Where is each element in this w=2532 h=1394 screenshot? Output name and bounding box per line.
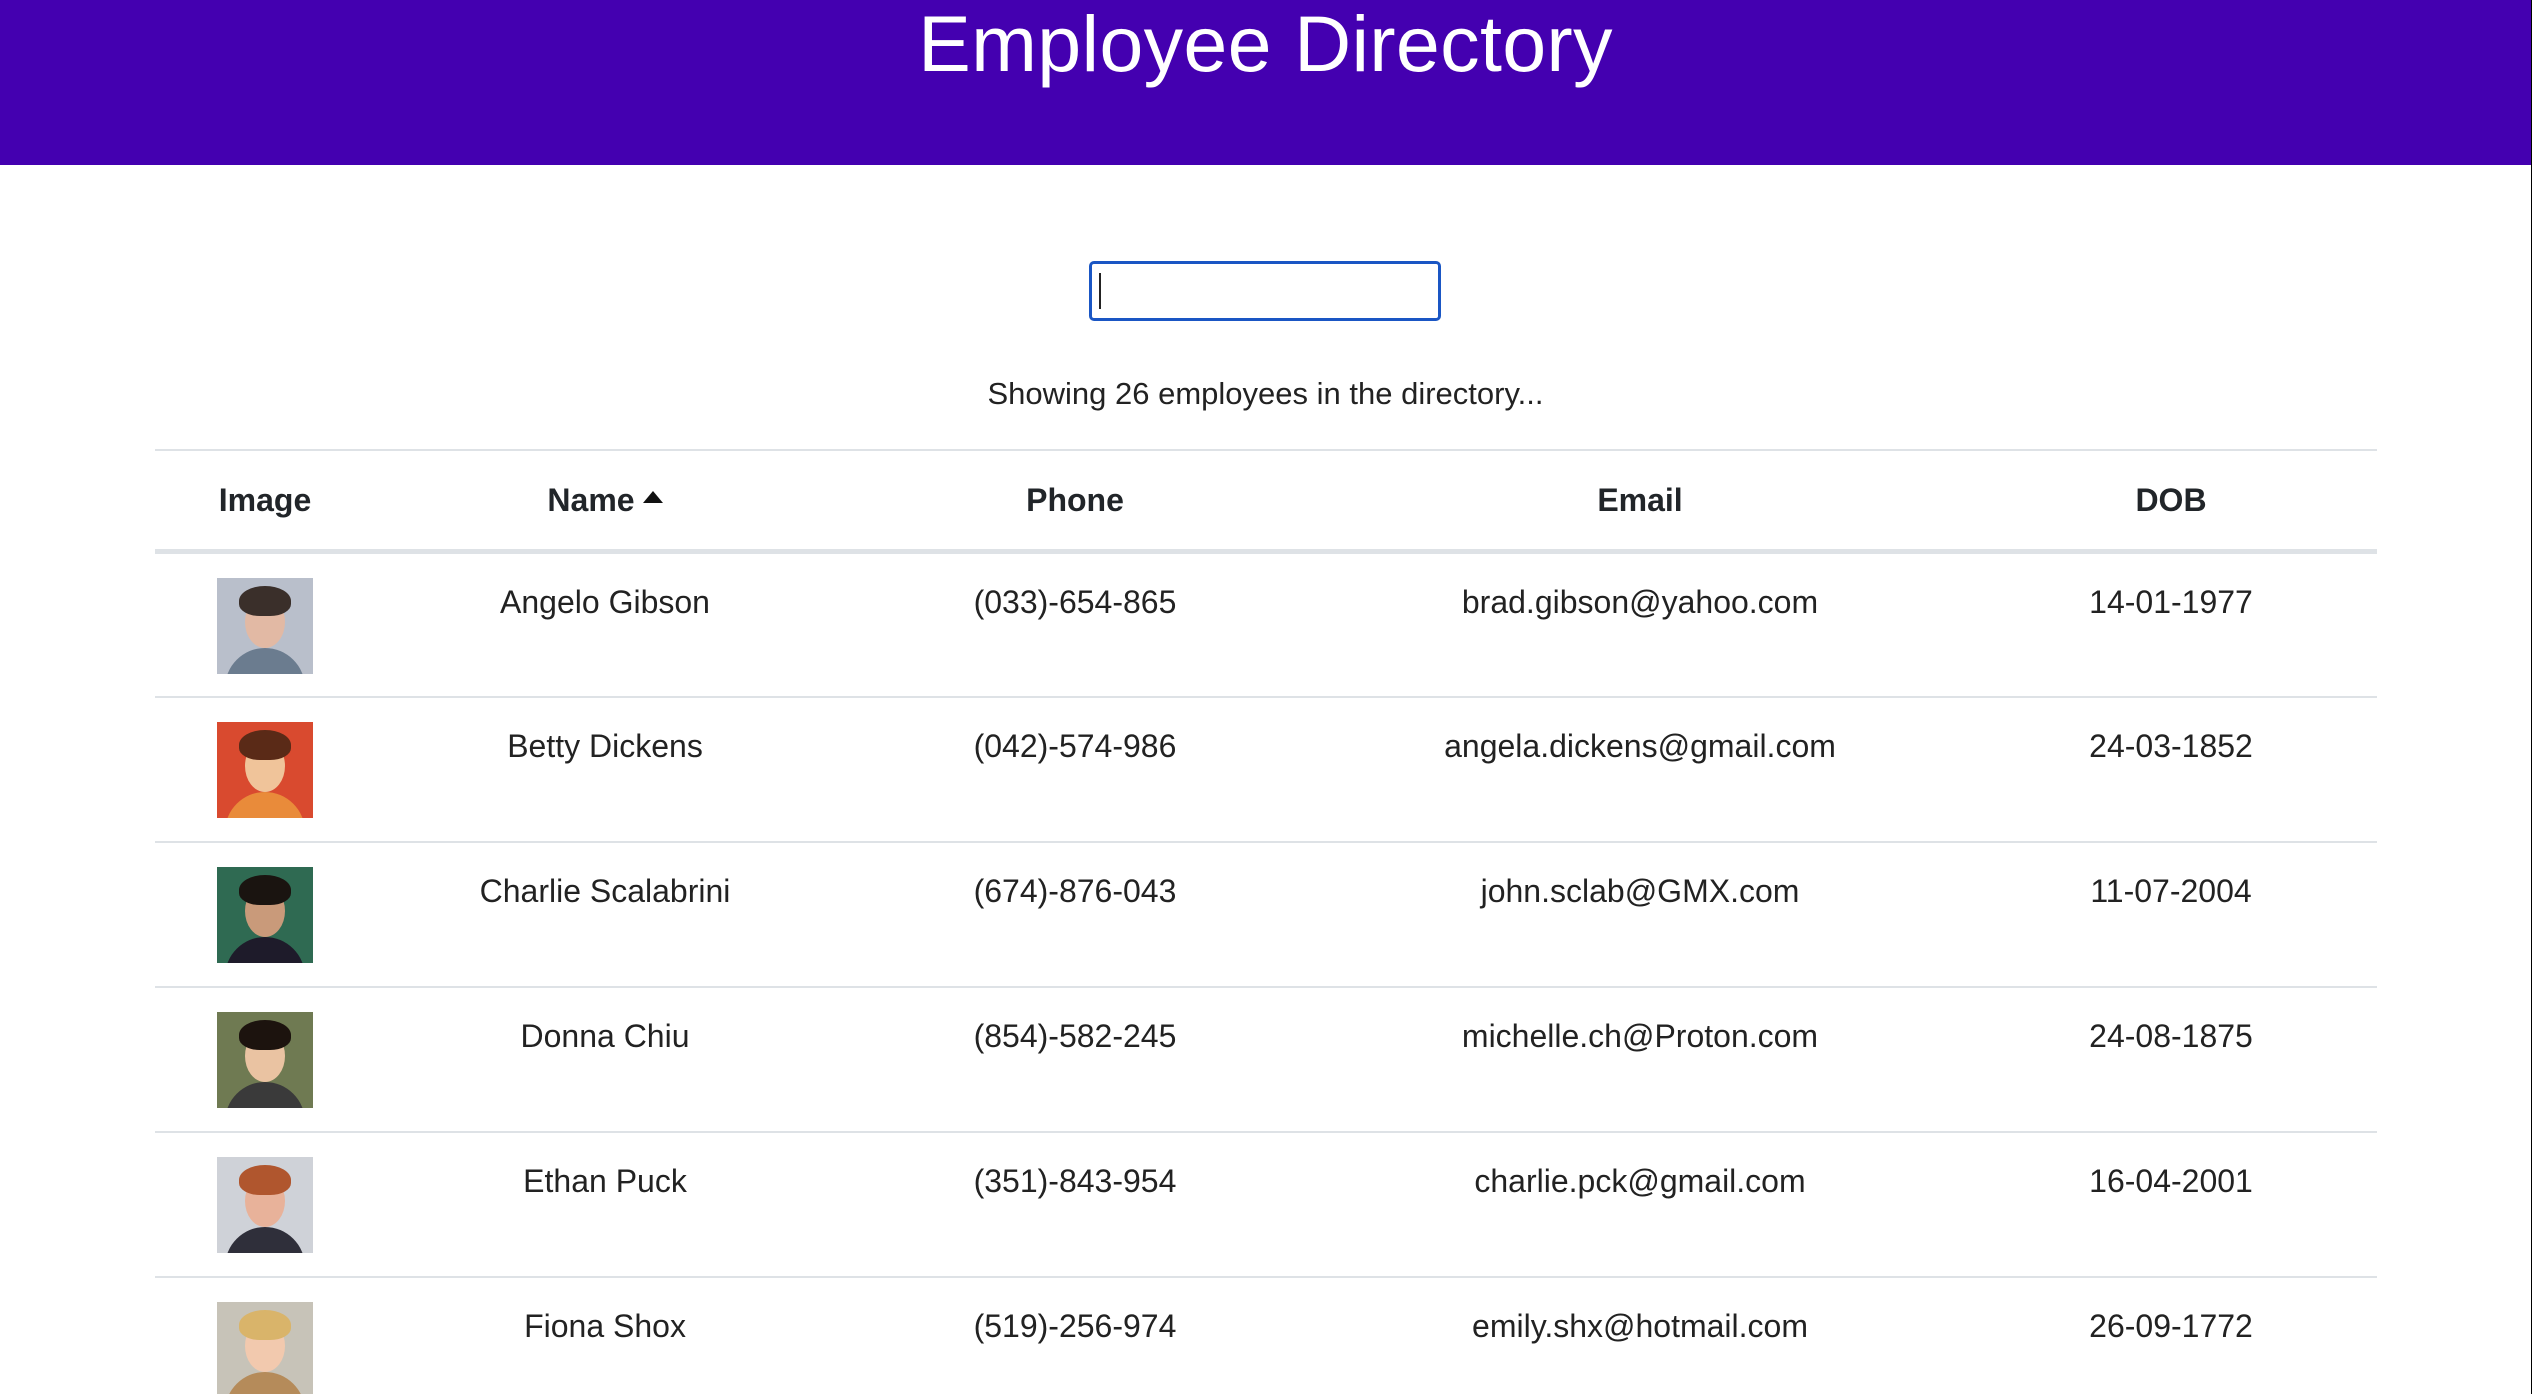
column-header-phone[interactable]: Phone bbox=[835, 449, 1315, 554]
cell-name: Donna Chiu bbox=[375, 986, 835, 1133]
avatar-body bbox=[225, 1081, 305, 1108]
cell-dob: 24-03-1852 bbox=[1965, 696, 2377, 843]
table-row: Ethan Puck (351)-843-954 charlie.pck@gmail… bbox=[155, 1131, 2377, 1278]
column-header-email[interactable]: Email bbox=[1315, 449, 1965, 554]
avatar bbox=[217, 866, 313, 963]
avatar-hair bbox=[239, 1309, 291, 1340]
avatar-hair bbox=[239, 874, 291, 905]
cell-image bbox=[155, 551, 375, 698]
avatar-body bbox=[225, 1226, 305, 1253]
cell-email: angela.dickens@gmail.com bbox=[1315, 696, 1965, 843]
cell-email: michelle.ch@Proton.com bbox=[1315, 986, 1965, 1133]
cell-phone: (033)-654-865 bbox=[835, 551, 1315, 698]
header-banner: Employee Directory bbox=[0, 0, 2531, 165]
search-input[interactable] bbox=[1089, 261, 1441, 321]
cell-image bbox=[155, 1276, 375, 1394]
table-row: Donna Chiu (854)-582-245 michelle.ch@Proto… bbox=[155, 986, 2377, 1133]
column-header-label: Image bbox=[218, 481, 312, 518]
cell-name: Charlie Scalabrini bbox=[375, 841, 835, 988]
cell-name: Betty Dickens bbox=[375, 696, 835, 843]
employee-table-container: Image Name Phone Email DOB Angelo Gibson… bbox=[155, 449, 2377, 1394]
avatar-hair bbox=[239, 1164, 291, 1195]
cell-email: emily.shx@hotmail.com bbox=[1315, 1276, 1965, 1394]
table-row: Charlie Scalabrini (674)-876-043 john.scla… bbox=[155, 841, 2377, 988]
avatar bbox=[217, 1011, 313, 1108]
cell-dob: 11-07-2004 bbox=[1965, 841, 2377, 988]
cell-phone: (042)-574-986 bbox=[835, 696, 1315, 843]
avatar bbox=[217, 1156, 313, 1253]
cell-email: charlie.pck@gmail.com bbox=[1315, 1131, 1965, 1278]
column-header-label: Email bbox=[1597, 481, 1683, 518]
cell-phone: (854)-582-245 bbox=[835, 986, 1315, 1133]
column-header-label: Phone bbox=[1026, 481, 1124, 518]
avatar-hair bbox=[239, 729, 291, 760]
cell-image bbox=[155, 841, 375, 988]
cell-name: Angelo Gibson bbox=[375, 551, 835, 698]
cell-phone: (674)-876-043 bbox=[835, 841, 1315, 988]
column-header-label: DOB bbox=[2135, 481, 2207, 518]
table-body: Angelo Gibson (033)-654-865 brad.gibson@ya… bbox=[155, 551, 2377, 1394]
column-header-name[interactable]: Name bbox=[375, 449, 835, 554]
cell-name: Ethan Puck bbox=[375, 1131, 835, 1278]
column-header-dob[interactable]: DOB bbox=[1965, 449, 2377, 554]
avatar bbox=[217, 721, 313, 818]
cell-dob: 16-04-2001 bbox=[1965, 1131, 2377, 1278]
avatar-body bbox=[225, 791, 305, 818]
avatar-body bbox=[225, 648, 305, 674]
employee-table: Image Name Phone Email DOB Angelo Gibson… bbox=[155, 449, 2377, 1394]
avatar-hair bbox=[239, 586, 291, 616]
cell-image bbox=[155, 1131, 375, 1278]
avatar bbox=[217, 578, 313, 674]
cell-dob: 24-08-1875 bbox=[1965, 986, 2377, 1133]
table-row: Angelo Gibson (033)-654-865 brad.gibson@ya… bbox=[155, 551, 2377, 698]
table-row: Fiona Shox (519)-256-974 emily.shx@hotmail… bbox=[155, 1276, 2377, 1394]
search-box bbox=[1089, 261, 1441, 321]
cell-name: Fiona Shox bbox=[375, 1276, 835, 1394]
page: Employee Directory Showing 26 employees … bbox=[0, 0, 2532, 1394]
text-cursor bbox=[1099, 273, 1101, 309]
avatar-body bbox=[225, 936, 305, 963]
cell-email: john.sclab@GMX.com bbox=[1315, 841, 1965, 988]
column-header-label: Name bbox=[547, 481, 635, 518]
table-header-row: Image Name Phone Email DOB bbox=[155, 449, 2377, 554]
cell-dob: 14-01-1977 bbox=[1965, 551, 2377, 698]
column-header-image[interactable]: Image bbox=[155, 449, 375, 554]
table-row: Betty Dickens (042)-574-986 angela.dickens… bbox=[155, 696, 2377, 843]
avatar bbox=[217, 1301, 313, 1394]
cell-image bbox=[155, 696, 375, 843]
cell-phone: (519)-256-974 bbox=[835, 1276, 1315, 1394]
page-title: Employee Directory bbox=[918, 0, 1613, 88]
cell-dob: 26-09-1772 bbox=[1965, 1276, 2377, 1394]
avatar-hair bbox=[239, 1019, 291, 1050]
avatar-body bbox=[225, 1371, 305, 1394]
cell-image bbox=[155, 986, 375, 1133]
sort-ascending-icon bbox=[642, 490, 663, 503]
cell-email: brad.gibson@yahoo.com bbox=[1315, 551, 1965, 698]
employee-count-text: Showing 26 employees in the directory... bbox=[987, 376, 1544, 411]
cell-phone: (351)-843-954 bbox=[835, 1131, 1315, 1278]
